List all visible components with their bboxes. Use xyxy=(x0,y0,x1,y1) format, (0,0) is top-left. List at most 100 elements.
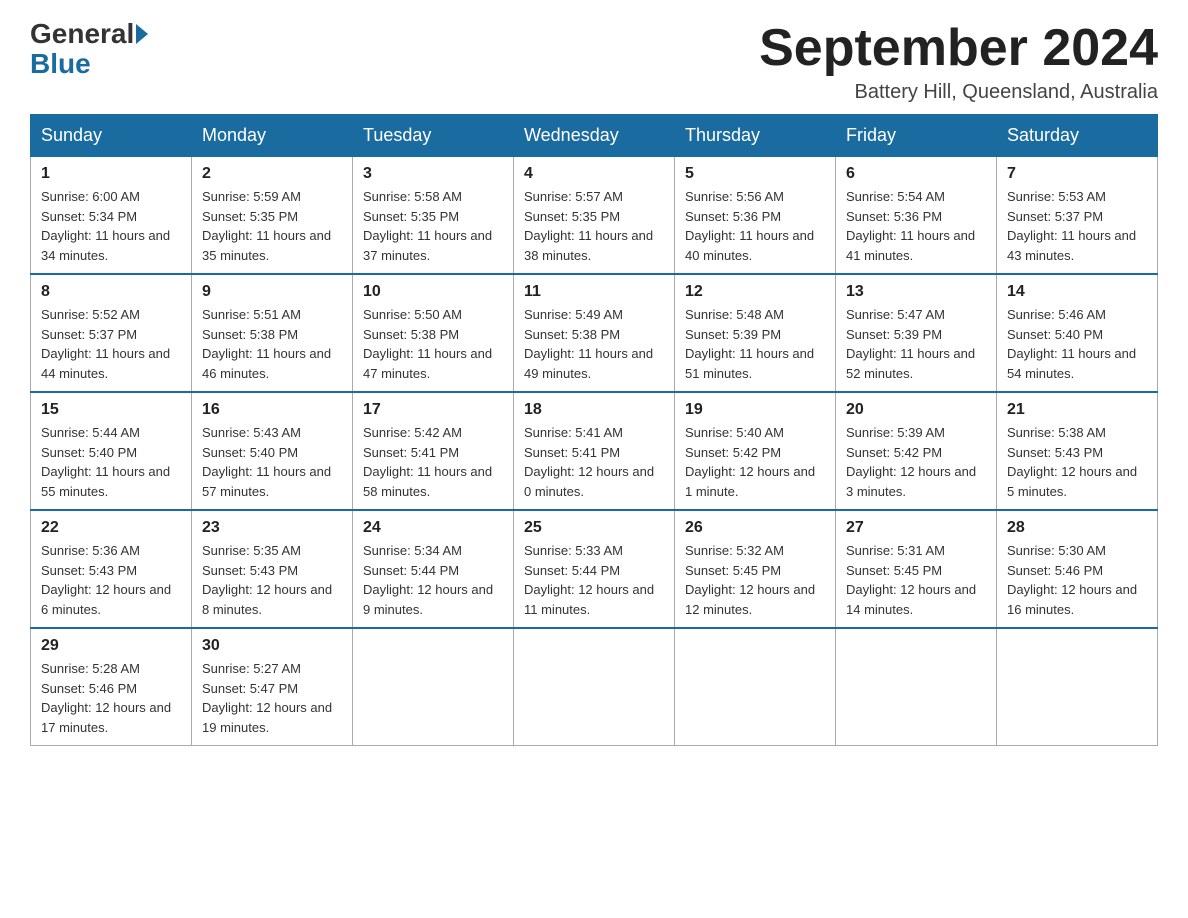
day-number: 6 xyxy=(846,165,986,183)
calendar-day-cell: 6 Sunrise: 5:54 AMSunset: 5:36 PMDayligh… xyxy=(836,157,997,275)
calendar-day-cell: 16 Sunrise: 5:43 AMSunset: 5:40 PMDaylig… xyxy=(192,392,353,510)
day-number: 21 xyxy=(1007,401,1147,419)
day-info: Sunrise: 5:48 AMSunset: 5:39 PMDaylight:… xyxy=(685,305,825,383)
location-text: Battery Hill, Queensland, Australia xyxy=(759,81,1158,104)
calendar-header-friday: Friday xyxy=(836,115,997,157)
day-info: Sunrise: 5:47 AMSunset: 5:39 PMDaylight:… xyxy=(846,305,986,383)
day-info: Sunrise: 5:56 AMSunset: 5:36 PMDaylight:… xyxy=(685,187,825,265)
calendar-header-wednesday: Wednesday xyxy=(514,115,675,157)
day-number: 23 xyxy=(202,519,342,537)
day-number: 27 xyxy=(846,519,986,537)
calendar-day-cell: 10 Sunrise: 5:50 AMSunset: 5:38 PMDaylig… xyxy=(353,274,514,392)
month-title: September 2024 xyxy=(759,20,1158,77)
calendar-week-row: 1 Sunrise: 6:00 AMSunset: 5:34 PMDayligh… xyxy=(31,157,1158,275)
logo: General Blue xyxy=(30,20,150,80)
calendar-header-tuesday: Tuesday xyxy=(353,115,514,157)
calendar-day-cell xyxy=(675,628,836,746)
day-info: Sunrise: 5:46 AMSunset: 5:40 PMDaylight:… xyxy=(1007,305,1147,383)
day-info: Sunrise: 5:58 AMSunset: 5:35 PMDaylight:… xyxy=(363,187,503,265)
calendar-header-row: SundayMondayTuesdayWednesdayThursdayFrid… xyxy=(31,115,1158,157)
logo-blue-text: Blue xyxy=(30,48,91,80)
calendar-day-cell: 13 Sunrise: 5:47 AMSunset: 5:39 PMDaylig… xyxy=(836,274,997,392)
day-info: Sunrise: 5:28 AMSunset: 5:46 PMDaylight:… xyxy=(41,659,181,737)
day-info: Sunrise: 5:53 AMSunset: 5:37 PMDaylight:… xyxy=(1007,187,1147,265)
day-number: 29 xyxy=(41,637,181,655)
title-block: September 2024 Battery Hill, Queensland,… xyxy=(759,20,1158,104)
calendar-day-cell: 8 Sunrise: 5:52 AMSunset: 5:37 PMDayligh… xyxy=(31,274,192,392)
day-number: 13 xyxy=(846,283,986,301)
day-number: 18 xyxy=(524,401,664,419)
day-number: 17 xyxy=(363,401,503,419)
calendar-day-cell xyxy=(836,628,997,746)
day-number: 7 xyxy=(1007,165,1147,183)
calendar-header-saturday: Saturday xyxy=(997,115,1158,157)
day-number: 9 xyxy=(202,283,342,301)
calendar-day-cell: 12 Sunrise: 5:48 AMSunset: 5:39 PMDaylig… xyxy=(675,274,836,392)
calendar-day-cell: 14 Sunrise: 5:46 AMSunset: 5:40 PMDaylig… xyxy=(997,274,1158,392)
day-number: 26 xyxy=(685,519,825,537)
day-info: Sunrise: 5:52 AMSunset: 5:37 PMDaylight:… xyxy=(41,305,181,383)
day-info: Sunrise: 5:51 AMSunset: 5:38 PMDaylight:… xyxy=(202,305,342,383)
day-number: 10 xyxy=(363,283,503,301)
calendar-day-cell: 3 Sunrise: 5:58 AMSunset: 5:35 PMDayligh… xyxy=(353,157,514,275)
day-number: 5 xyxy=(685,165,825,183)
day-number: 19 xyxy=(685,401,825,419)
day-info: Sunrise: 5:27 AMSunset: 5:47 PMDaylight:… xyxy=(202,659,342,737)
day-number: 20 xyxy=(846,401,986,419)
calendar-day-cell xyxy=(514,628,675,746)
day-number: 11 xyxy=(524,283,664,301)
calendar-day-cell: 5 Sunrise: 5:56 AMSunset: 5:36 PMDayligh… xyxy=(675,157,836,275)
day-info: Sunrise: 5:40 AMSunset: 5:42 PMDaylight:… xyxy=(685,423,825,501)
day-info: Sunrise: 5:34 AMSunset: 5:44 PMDaylight:… xyxy=(363,541,503,619)
day-info: Sunrise: 5:38 AMSunset: 5:43 PMDaylight:… xyxy=(1007,423,1147,501)
day-info: Sunrise: 5:35 AMSunset: 5:43 PMDaylight:… xyxy=(202,541,342,619)
day-number: 3 xyxy=(363,165,503,183)
calendar-day-cell: 4 Sunrise: 5:57 AMSunset: 5:35 PMDayligh… xyxy=(514,157,675,275)
day-number: 2 xyxy=(202,165,342,183)
day-info: Sunrise: 5:42 AMSunset: 5:41 PMDaylight:… xyxy=(363,423,503,501)
calendar-day-cell: 20 Sunrise: 5:39 AMSunset: 5:42 PMDaylig… xyxy=(836,392,997,510)
logo-general-text: General xyxy=(30,20,134,48)
calendar-day-cell: 7 Sunrise: 5:53 AMSunset: 5:37 PMDayligh… xyxy=(997,157,1158,275)
calendar-day-cell: 11 Sunrise: 5:49 AMSunset: 5:38 PMDaylig… xyxy=(514,274,675,392)
day-info: Sunrise: 5:33 AMSunset: 5:44 PMDaylight:… xyxy=(524,541,664,619)
calendar-day-cell: 27 Sunrise: 5:31 AMSunset: 5:45 PMDaylig… xyxy=(836,510,997,628)
day-info: Sunrise: 5:36 AMSunset: 5:43 PMDaylight:… xyxy=(41,541,181,619)
calendar-day-cell: 15 Sunrise: 5:44 AMSunset: 5:40 PMDaylig… xyxy=(31,392,192,510)
day-info: Sunrise: 5:44 AMSunset: 5:40 PMDaylight:… xyxy=(41,423,181,501)
day-number: 24 xyxy=(363,519,503,537)
day-number: 12 xyxy=(685,283,825,301)
calendar-week-row: 22 Sunrise: 5:36 AMSunset: 5:43 PMDaylig… xyxy=(31,510,1158,628)
calendar-day-cell: 2 Sunrise: 5:59 AMSunset: 5:35 PMDayligh… xyxy=(192,157,353,275)
calendar-week-row: 29 Sunrise: 5:28 AMSunset: 5:46 PMDaylig… xyxy=(31,628,1158,746)
calendar-day-cell: 29 Sunrise: 5:28 AMSunset: 5:46 PMDaylig… xyxy=(31,628,192,746)
calendar-week-row: 8 Sunrise: 5:52 AMSunset: 5:37 PMDayligh… xyxy=(31,274,1158,392)
calendar-day-cell xyxy=(353,628,514,746)
calendar-day-cell: 19 Sunrise: 5:40 AMSunset: 5:42 PMDaylig… xyxy=(675,392,836,510)
calendar-table: SundayMondayTuesdayWednesdayThursdayFrid… xyxy=(30,114,1158,746)
calendar-day-cell: 26 Sunrise: 5:32 AMSunset: 5:45 PMDaylig… xyxy=(675,510,836,628)
calendar-header-thursday: Thursday xyxy=(675,115,836,157)
calendar-day-cell xyxy=(997,628,1158,746)
day-info: Sunrise: 5:32 AMSunset: 5:45 PMDaylight:… xyxy=(685,541,825,619)
logo-arrow-icon xyxy=(136,24,148,44)
day-info: Sunrise: 5:31 AMSunset: 5:45 PMDaylight:… xyxy=(846,541,986,619)
day-info: Sunrise: 5:49 AMSunset: 5:38 PMDaylight:… xyxy=(524,305,664,383)
day-number: 28 xyxy=(1007,519,1147,537)
day-info: Sunrise: 5:57 AMSunset: 5:35 PMDaylight:… xyxy=(524,187,664,265)
calendar-day-cell: 21 Sunrise: 5:38 AMSunset: 5:43 PMDaylig… xyxy=(997,392,1158,510)
day-info: Sunrise: 5:41 AMSunset: 5:41 PMDaylight:… xyxy=(524,423,664,501)
day-info: Sunrise: 5:50 AMSunset: 5:38 PMDaylight:… xyxy=(363,305,503,383)
day-info: Sunrise: 5:54 AMSunset: 5:36 PMDaylight:… xyxy=(846,187,986,265)
calendar-header-monday: Monday xyxy=(192,115,353,157)
calendar-day-cell: 28 Sunrise: 5:30 AMSunset: 5:46 PMDaylig… xyxy=(997,510,1158,628)
day-number: 30 xyxy=(202,637,342,655)
day-number: 1 xyxy=(41,165,181,183)
calendar-day-cell: 23 Sunrise: 5:35 AMSunset: 5:43 PMDaylig… xyxy=(192,510,353,628)
calendar-day-cell: 17 Sunrise: 5:42 AMSunset: 5:41 PMDaylig… xyxy=(353,392,514,510)
calendar-header-sunday: Sunday xyxy=(31,115,192,157)
calendar-week-row: 15 Sunrise: 5:44 AMSunset: 5:40 PMDaylig… xyxy=(31,392,1158,510)
day-number: 14 xyxy=(1007,283,1147,301)
calendar-day-cell: 25 Sunrise: 5:33 AMSunset: 5:44 PMDaylig… xyxy=(514,510,675,628)
page-header: General Blue September 2024 Battery Hill… xyxy=(30,20,1158,104)
